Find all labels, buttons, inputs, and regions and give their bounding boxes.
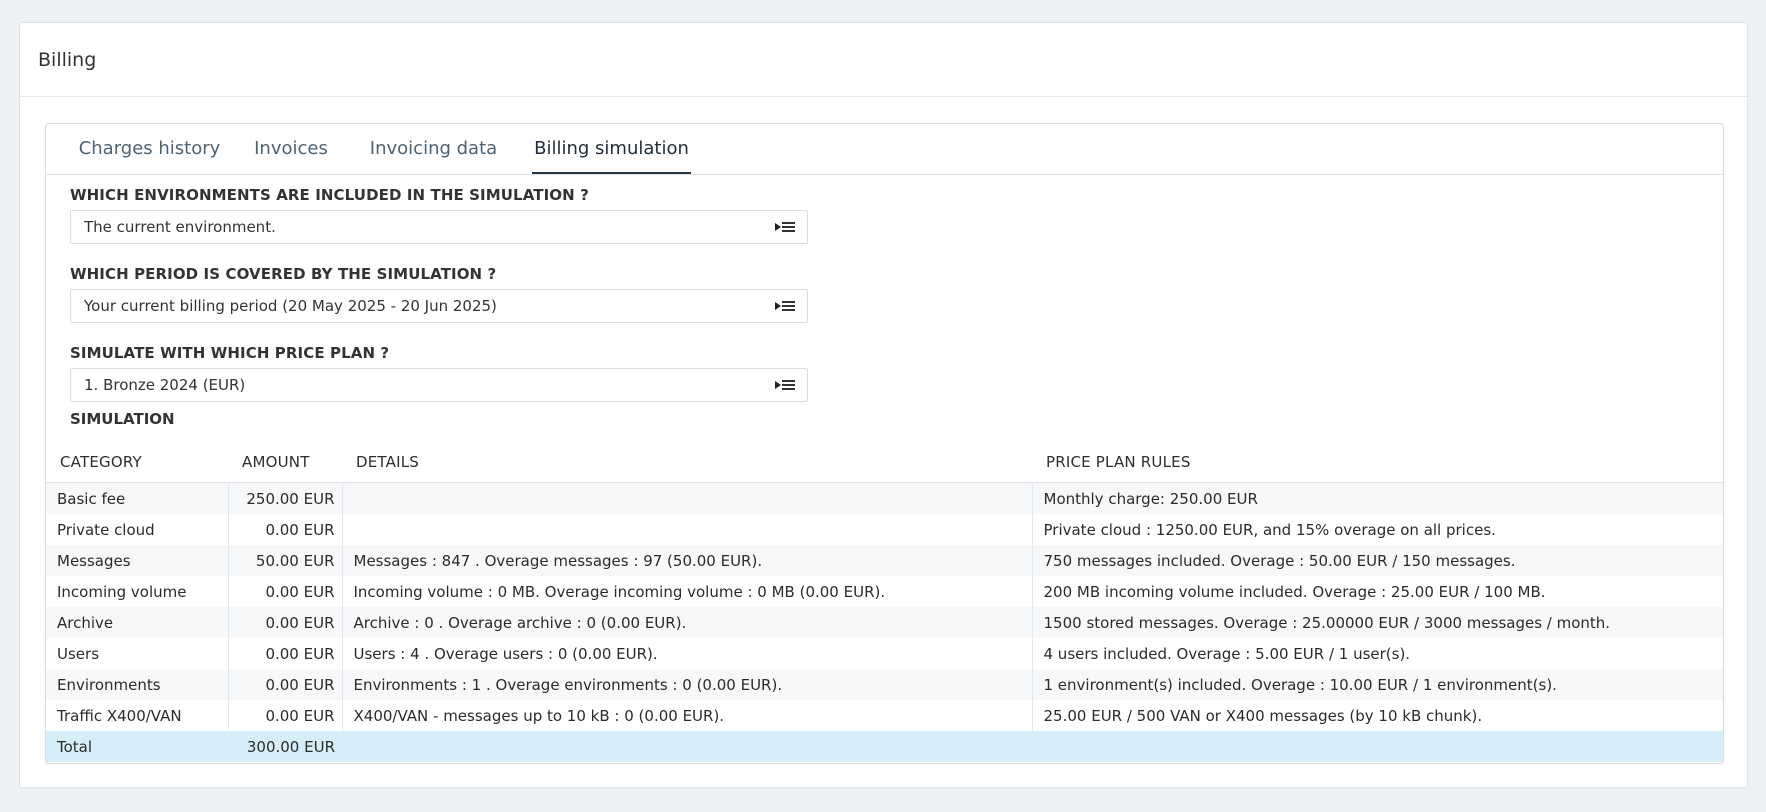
list-dropdown-icon xyxy=(775,299,795,313)
simulation-table: CATEGORY AMOUNT DETAILS PRICE PLAN RULES… xyxy=(46,442,1723,762)
cell-rules: Private cloud : 1250.00 EUR, and 15% ove… xyxy=(1031,514,1723,545)
cell-amount: 0.00 EUR xyxy=(227,638,342,669)
table-row: Archive 0.00 EUR Archive : 0 . Overage a… xyxy=(46,607,1723,638)
cell-details: Users : 4 . Overage users : 0 (0.00 EUR)… xyxy=(341,638,1032,669)
cell-details xyxy=(341,482,1032,514)
simulation-heading: SIMULATION xyxy=(70,410,175,428)
cell-category: Environments xyxy=(46,669,228,700)
total-amount: 300.00 EUR xyxy=(228,731,342,762)
price-plan-label: SIMULATE WITH WHICH PRICE PLAN ? xyxy=(70,344,390,362)
list-dropdown-icon xyxy=(775,378,795,392)
total-row: Total 300.00 EUR xyxy=(46,731,1723,762)
cell-details: Environments : 1 . Overage environments … xyxy=(341,669,1032,700)
cell-rules: Monthly charge: 250.00 EUR xyxy=(1031,482,1723,514)
environments-label: WHICH ENVIRONMENTS ARE INCLUDED IN THE S… xyxy=(70,186,589,204)
billing-card: Charges history Invoices Invoicing data … xyxy=(45,123,1724,764)
period-value: Your current billing period (20 May 2025… xyxy=(84,297,497,315)
cell-details: Incoming volume : 0 MB. Overage incoming… xyxy=(341,576,1032,607)
table-header-row: CATEGORY AMOUNT DETAILS PRICE PLAN RULES xyxy=(46,442,1723,483)
table-row: Users 0.00 EUR Users : 4 . Overage users… xyxy=(46,638,1723,669)
cell-amount: 0.00 EUR xyxy=(227,607,342,638)
cell-amount: 0.00 EUR xyxy=(227,514,342,545)
cell-rules: 25.00 EUR / 500 VAN or X400 messages (by… xyxy=(1031,700,1723,731)
cell-category: Incoming volume xyxy=(57,582,187,601)
cell-amount: 50.00 EUR xyxy=(227,545,342,576)
table-row: Environments 0.00 EUR Environments : 1 .… xyxy=(46,669,1723,700)
period-field: WHICH PERIOD IS COVERED BY THE SIMULATIO… xyxy=(70,265,808,323)
cell-amount: 0.00 EUR xyxy=(227,669,342,700)
environments-select[interactable]: The current environment. xyxy=(70,210,808,244)
column-header-amount: AMOUNT xyxy=(228,442,342,483)
cell-rules: 1 environment(s) included. Overage : 10.… xyxy=(1031,669,1723,700)
cell-amount: 250.00 EUR xyxy=(227,482,342,514)
cell-category: Traffic X400/VAN xyxy=(57,706,182,725)
page-title: Billing xyxy=(38,48,97,71)
cell-category: Basic fee xyxy=(46,482,228,514)
column-header-price-plan-rules: PRICE PLAN RULES xyxy=(1032,442,1723,483)
cell-amount: 0.00 EUR xyxy=(227,576,342,607)
cell-details: Messages : 847 . Overage messages : 97 (… xyxy=(341,545,1032,576)
cell-rules: 200 MB incoming volume included. Overage… xyxy=(1031,576,1723,607)
environments-value: The current environment. xyxy=(84,218,276,236)
period-label: WHICH PERIOD IS COVERED BY THE SIMULATIO… xyxy=(70,265,497,283)
table-row: Private cloud 0.00 EUR Private cloud : 1… xyxy=(46,514,1723,545)
environments-field: WHICH ENVIRONMENTS ARE INCLUDED IN THE S… xyxy=(70,186,808,244)
total-details-empty xyxy=(342,731,1032,762)
cell-category: Messages xyxy=(46,545,228,576)
price-plan-field: SIMULATE WITH WHICH PRICE PLAN ? 1. Bron… xyxy=(70,344,808,402)
tab-charges-history[interactable]: Charges history xyxy=(68,124,231,174)
cell-details: Archive : 0 . Overage archive : 0 (0.00 … xyxy=(341,607,1032,638)
table-row: Messages 50.00 EUR Messages : 847 . Over… xyxy=(46,545,1723,576)
list-dropdown-icon xyxy=(775,220,795,234)
billing-panel: Billing Charges history Invoices Invoici… xyxy=(19,22,1748,788)
simulation-form: WHICH ENVIRONMENTS ARE INCLUDED IN THE S… xyxy=(70,186,808,423)
tab-invoicing-data[interactable]: Invoicing data xyxy=(351,124,516,174)
total-label: Total xyxy=(46,731,228,762)
tab-invoices[interactable]: Invoices xyxy=(246,124,336,174)
column-header-category: CATEGORY xyxy=(46,442,228,483)
cell-rules: 750 messages included. Overage : 50.00 E… xyxy=(1031,545,1723,576)
cell-details xyxy=(341,514,1032,545)
tab-billing-simulation[interactable]: Billing simulation xyxy=(532,124,691,174)
cell-amount: 0.00 EUR xyxy=(227,700,342,731)
table-row: Traffic X400/VAN 0.00 EUR X400/VAN - mes… xyxy=(46,700,1723,731)
table-row: Basic fee 250.00 EUR Monthly charge: 250… xyxy=(46,482,1723,514)
price-plan-select[interactable]: 1. Bronze 2024 (EUR) xyxy=(70,368,808,402)
table-row: Incoming volume 0.00 EUR Incoming volume… xyxy=(46,576,1723,607)
panel-header: Billing xyxy=(20,23,1747,97)
cell-rules: 4 users included. Overage : 5.00 EUR / 1… xyxy=(1031,638,1723,669)
cell-category: Users xyxy=(57,644,100,663)
cell-rules: 1500 stored messages. Overage : 25.00000… xyxy=(1031,607,1723,638)
total-rules-empty xyxy=(1032,731,1723,762)
cell-details: X400/VAN - messages up to 10 kB : 0 (0.0… xyxy=(341,700,1032,731)
period-select[interactable]: Your current billing period (20 May 2025… xyxy=(70,289,808,323)
price-plan-value: 1. Bronze 2024 (EUR) xyxy=(84,376,246,394)
tab-bar: Charges history Invoices Invoicing data … xyxy=(46,124,1723,175)
column-header-details: DETAILS xyxy=(342,442,1032,483)
cell-category: Archive xyxy=(46,607,228,638)
cell-category: Private cloud xyxy=(57,520,155,539)
